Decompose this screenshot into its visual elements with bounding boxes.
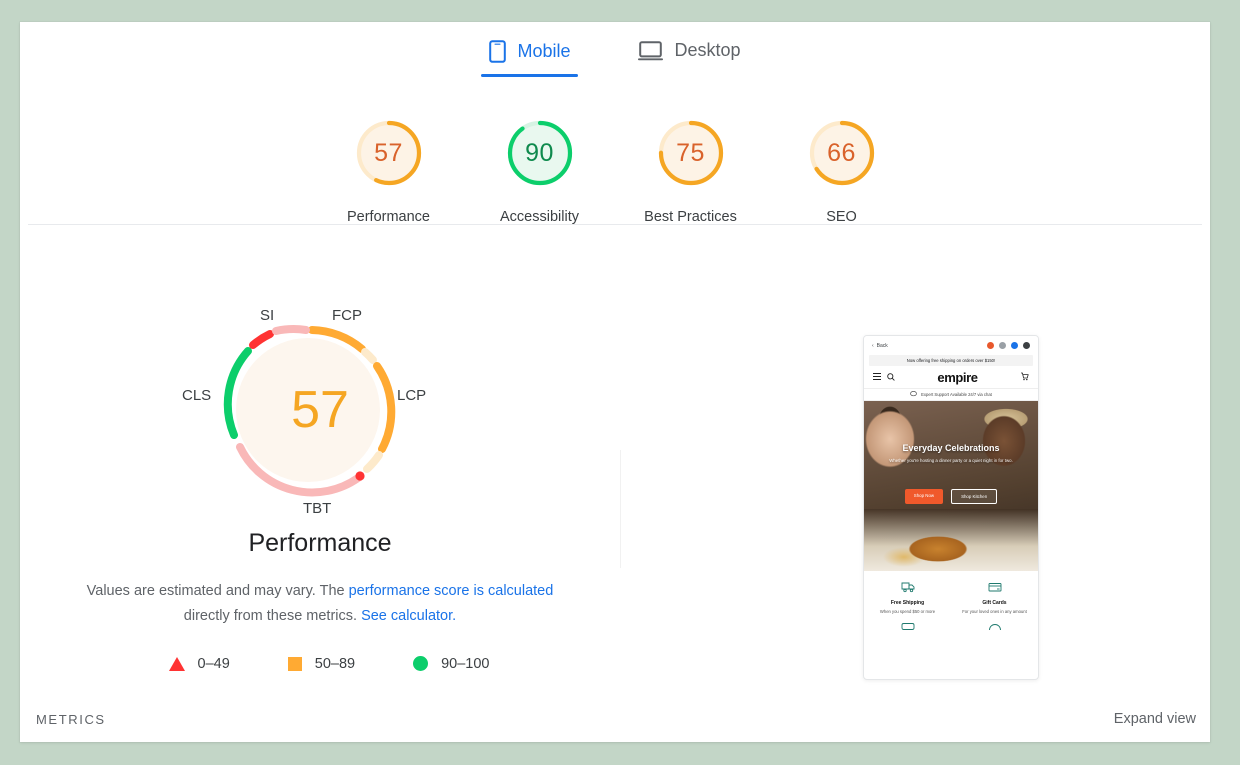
device-tab-bar: Mobile Desktop bbox=[20, 22, 1210, 80]
preview-support-bar: Expert Support Available 24/7 via chat bbox=[864, 389, 1038, 401]
hero-heading: Everyday Celebrations bbox=[902, 443, 1000, 453]
feature-free-shipping-title: Free Shipping bbox=[890, 600, 925, 606]
accessibility-score-label: Accessibility bbox=[500, 209, 579, 225]
chevron-left-icon: ‹ bbox=[872, 342, 874, 349]
score-seo[interactable]: 66 SEO bbox=[766, 114, 917, 225]
seo-score-ring: 66 bbox=[803, 114, 881, 192]
legend-item-fail: 0–49 bbox=[168, 655, 230, 672]
best-practices-score-value: 75 bbox=[676, 138, 705, 167]
seo-score-label: SEO bbox=[826, 209, 857, 225]
legend-label-fail: 0–49 bbox=[197, 655, 230, 672]
performance-score-value: 57 bbox=[374, 138, 403, 167]
hero-subtext: Whether you're hosting a dinner party or… bbox=[889, 458, 1013, 463]
preview-dot-3 bbox=[1011, 342, 1018, 349]
best-practices-score-label: Best Practices bbox=[644, 209, 737, 225]
metric-label-fcp: FCP bbox=[332, 307, 362, 324]
square-icon bbox=[287, 656, 302, 671]
chat-bubble-icon bbox=[910, 391, 917, 398]
hero-food-image bbox=[864, 509, 1038, 571]
preview-site-nav: empire bbox=[864, 366, 1038, 389]
hero-text-block: Everyday Celebrations Whether you're hos… bbox=[864, 443, 1038, 464]
score-accessibility[interactable]: 90 Accessibility bbox=[464, 114, 615, 225]
feature-gift-cards-title: Gift Cards bbox=[982, 600, 1007, 606]
preview-brand-logo: empire bbox=[937, 369, 978, 385]
preview-feature-row-secondary bbox=[864, 615, 1038, 636]
preview-promo-banner: Now offering free shipping on orders ove… bbox=[869, 355, 1033, 366]
search-icon bbox=[887, 372, 895, 382]
metric-label-si: SI bbox=[260, 307, 275, 324]
mobile-phone-icon bbox=[489, 40, 507, 63]
category-score-row: 57 Performance 90 Accessibility 75 Best … bbox=[20, 114, 1210, 225]
lighthouse-report-card: Mobile Desktop 57 Performance 90 Accessi… bbox=[20, 22, 1210, 742]
metrics-main-area: 57 SI FCP LCP TBT CLS Performance Values… bbox=[20, 225, 1210, 696]
page-screenshot-preview[interactable]: ‹ Back Now offering free shipping on ord… bbox=[863, 335, 1039, 680]
triangle-icon bbox=[168, 656, 185, 671]
preview-browser-bar: ‹ Back bbox=[864, 336, 1038, 355]
shopping-cart-icon bbox=[1020, 372, 1029, 382]
score-legend: 0–49 50–89 90–100 bbox=[60, 656, 580, 672]
preview-dot-4 bbox=[1023, 342, 1030, 349]
performance-panel: 57 SI FCP LCP TBT CLS Performance Values… bbox=[60, 295, 580, 672]
preview-dots bbox=[987, 342, 1030, 349]
feature-free-shipping-desc: When you spend $50 or more bbox=[879, 609, 936, 614]
desktop-monitor-icon bbox=[638, 40, 664, 61]
performance-score-calculated-link[interactable]: performance score is calculated bbox=[349, 583, 554, 599]
vertical-divider bbox=[620, 450, 621, 568]
performance-description: Values are estimated and may vary. The p… bbox=[70, 579, 570, 629]
preview-dot-1 bbox=[987, 342, 994, 349]
feature-icon-placeholder-2 bbox=[951, 622, 1038, 632]
description-text-mid: directly from these metrics. bbox=[183, 607, 362, 624]
preview-dot-2 bbox=[999, 342, 1006, 349]
performance-gauge-score: 57 bbox=[291, 381, 349, 439]
feature-icon-placeholder-1 bbox=[864, 622, 951, 632]
report-footer: METRICS Expand view bbox=[20, 696, 1210, 742]
metric-label-cls: CLS bbox=[182, 387, 212, 404]
preview-feature-row: Free Shipping When you spend $50 or more… bbox=[864, 571, 1038, 616]
performance-score-ring: 57 bbox=[350, 114, 428, 192]
performance-metric-gauge: 57 SI FCP LCP TBT CLS bbox=[160, 295, 480, 535]
preview-back-control: ‹ Back bbox=[872, 343, 888, 349]
hamburger-menu-icon bbox=[873, 373, 881, 381]
feature-gift-cards: Gift Cards For your loved ones in any am… bbox=[951, 580, 1038, 616]
best-practices-score-ring: 75 bbox=[652, 114, 730, 192]
accessibility-score-value: 90 bbox=[525, 138, 554, 167]
tab-mobile[interactable]: Mobile bbox=[481, 30, 579, 77]
legend-item-pass: 90–100 bbox=[413, 656, 489, 672]
arch-shape-icon bbox=[988, 623, 1002, 632]
hero-shop-kitchen-button[interactable]: Shop Kitchen bbox=[951, 489, 998, 504]
performance-score-label: Performance bbox=[346, 209, 430, 225]
legend-label-pass: 90–100 bbox=[441, 655, 490, 672]
accessibility-score-ring: 90 bbox=[501, 114, 579, 192]
feature-gift-cards-desc: For your loved ones in any amount bbox=[962, 609, 1027, 614]
metric-label-tbt: TBT bbox=[303, 500, 332, 517]
legend-item-average: 50–89 bbox=[287, 655, 356, 672]
circle-icon bbox=[413, 656, 429, 672]
page-root: Mobile Desktop 57 Performance 90 Accessi… bbox=[0, 0, 1240, 765]
preview-hero-section: Everyday Celebrations Whether you're hos… bbox=[864, 401, 1038, 571]
gift-card-icon bbox=[988, 583, 1002, 595]
tab-desktop[interactable]: Desktop bbox=[630, 30, 748, 75]
seo-score-value: 66 bbox=[827, 138, 856, 167]
shipping-truck-icon bbox=[901, 582, 915, 595]
score-best-practices[interactable]: 75 Best Practices bbox=[615, 114, 766, 225]
preview-support-text: Expert Support Available 24/7 via chat bbox=[921, 392, 992, 397]
hero-button-group: Shop Now Shop Kitchen bbox=[864, 489, 1038, 504]
expand-view-button[interactable]: Expand view bbox=[1114, 711, 1196, 727]
tab-mobile-label: Mobile bbox=[517, 41, 571, 61]
legend-label-average: 50–89 bbox=[314, 655, 356, 672]
tab-desktop-label: Desktop bbox=[674, 40, 741, 60]
package-box-icon bbox=[901, 622, 915, 632]
hero-shop-now-button[interactable]: Shop Now bbox=[904, 489, 944, 504]
preview-back-label: Back bbox=[876, 342, 888, 349]
description-text-pre: Values are estimated and may vary. The bbox=[86, 583, 349, 599]
feature-free-shipping: Free Shipping When you spend $50 or more bbox=[864, 580, 951, 616]
metric-label-lcp: LCP bbox=[397, 387, 427, 404]
see-calculator-link[interactable]: See calculator. bbox=[361, 608, 456, 624]
score-performance[interactable]: 57 Performance bbox=[313, 114, 464, 225]
footer-section-label: METRICS bbox=[36, 711, 106, 727]
